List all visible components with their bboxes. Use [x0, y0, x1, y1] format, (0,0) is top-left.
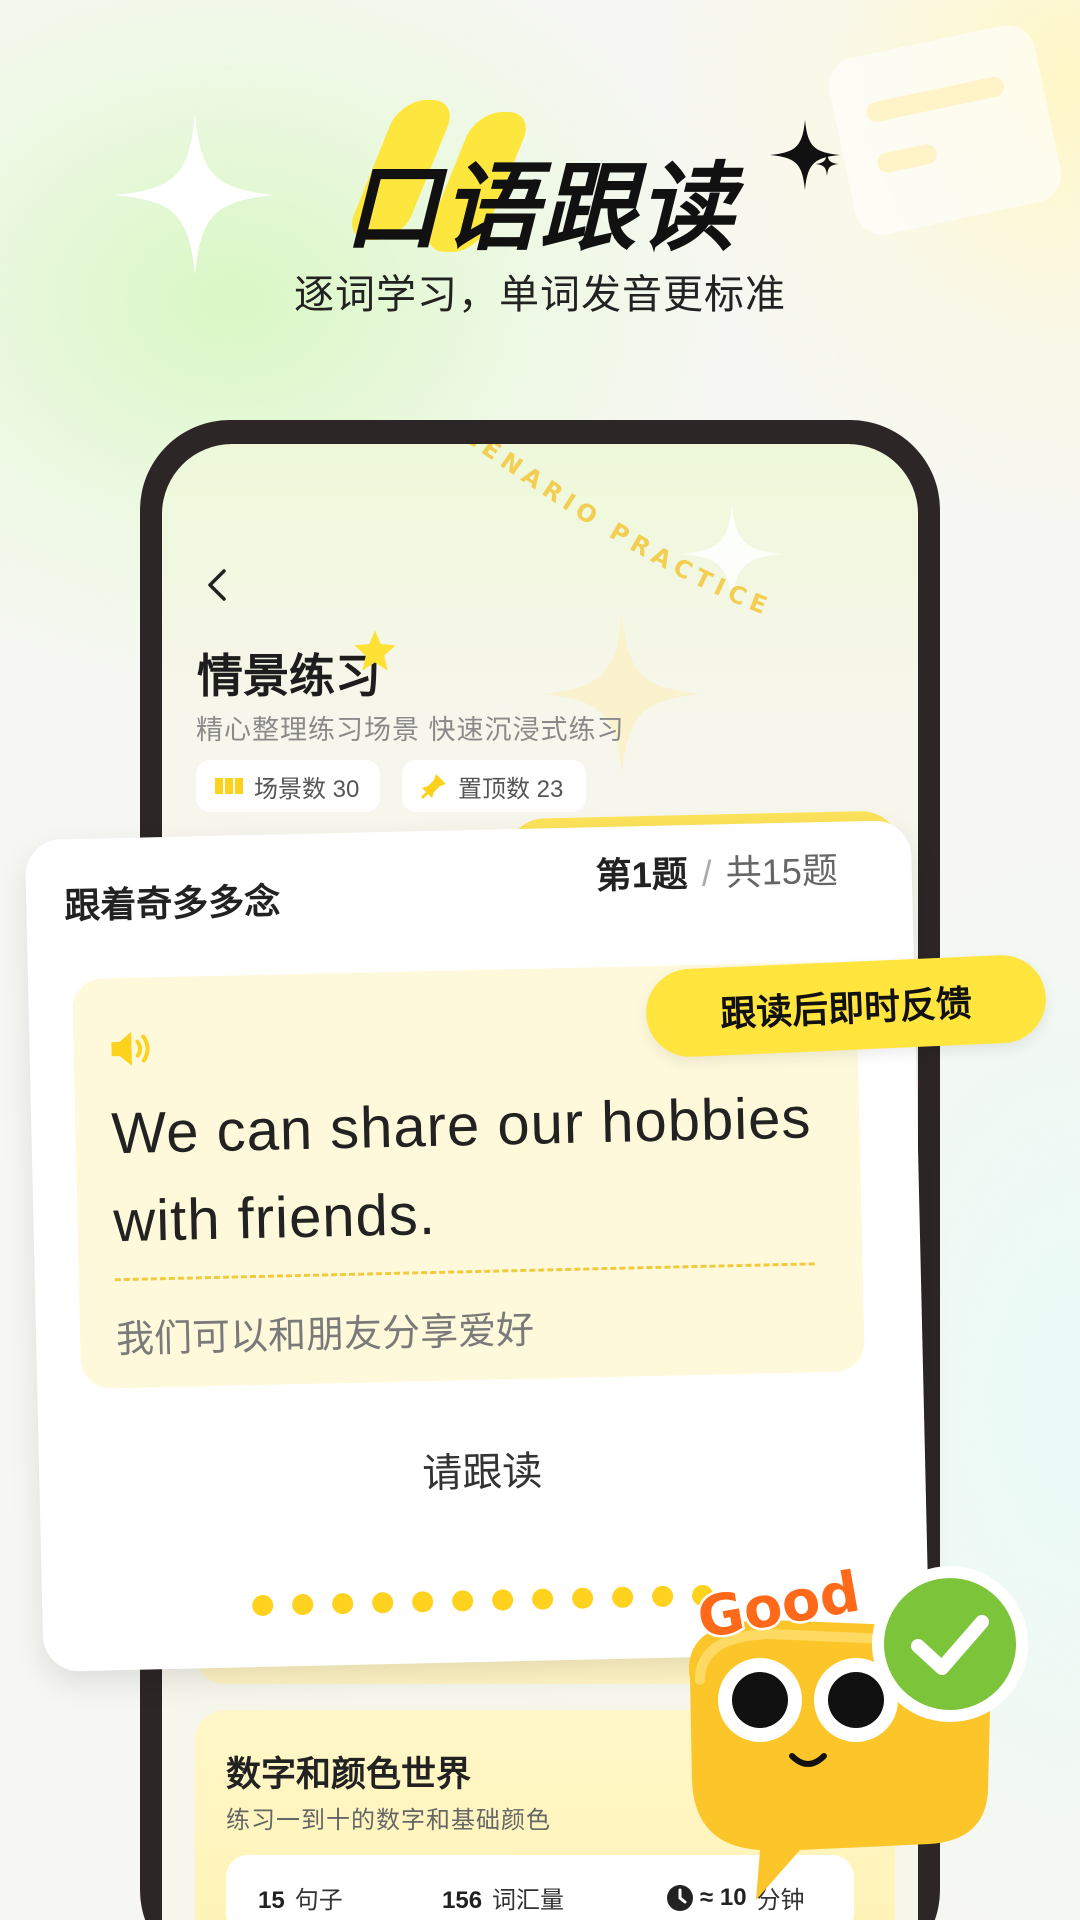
feedback-badge: 跟读后即时反馈	[644, 953, 1048, 1059]
star-icon	[354, 630, 396, 671]
topic-title: 数字和颜色世界	[226, 1755, 472, 1794]
scene-count-pill: 场景数 30	[196, 760, 380, 812]
pinned-count-label: 置顶数 23	[458, 775, 564, 803]
topic-subtitle: 练习一到十的数字和基础颜色	[226, 1807, 551, 1834]
svg-text:SCENARIO PRACTICE SCENARIO P: SCENARIO PRACTICE SCENARIO P	[432, 444, 776, 622]
question-current: 第1题	[595, 853, 689, 897]
pin-icon	[420, 774, 446, 800]
scene-count-label: 场景数 30	[254, 775, 360, 803]
practice-heading: 跟着奇多多念	[63, 880, 281, 927]
sentence-chinese: 我们可以和朋友分享爱好	[115, 1309, 535, 1362]
mascot-good-icon: Good	[689, 1560, 1028, 1900]
speaker-icon[interactable]	[109, 1027, 156, 1070]
hero-subtitle: 逐词学习，单词发音更标准	[294, 273, 786, 317]
back-arrow-icon[interactable]	[198, 565, 238, 605]
page-subtitle: 精心整理练习场景 快速沉浸式练习	[196, 715, 625, 745]
question-counter: 第1题 / 共15题	[595, 849, 839, 897]
stat-vocabulary: 156 词汇量	[442, 1887, 565, 1914]
hero-title: 口语跟读	[344, 155, 736, 262]
pinned-count-pill: 置顶数 23	[402, 760, 586, 812]
practice-card: 跟着奇多多念 第1题 / 共15题 We can share our hobbies…	[24, 810, 930, 1672]
deco-curved-text: SCENARIO PRACTICE SCENARIO P	[432, 444, 776, 622]
book-icon	[215, 778, 243, 794]
stat-sentences: 15 句子	[258, 1887, 343, 1914]
question-total: 共15题	[725, 849, 839, 894]
sentence-english: We can share our hobbies with friends.	[110, 1085, 813, 1255]
